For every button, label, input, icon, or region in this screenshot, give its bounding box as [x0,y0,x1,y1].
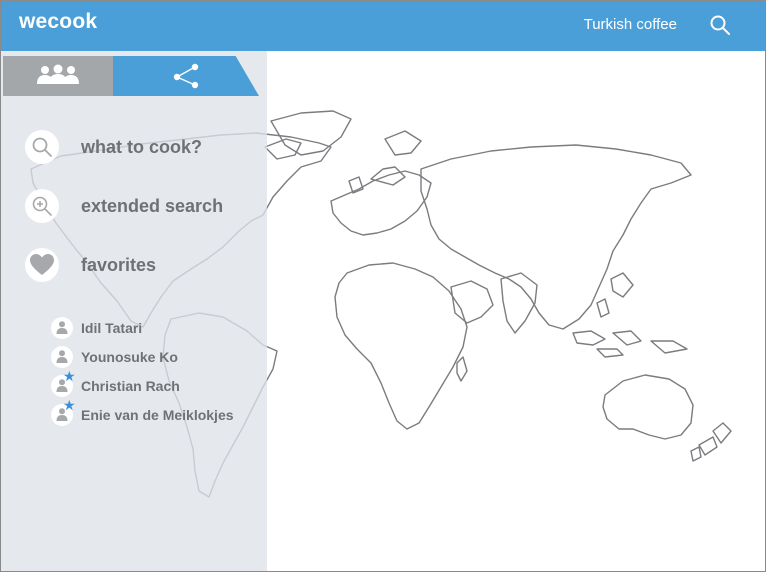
menu-item-favorites[interactable]: favorites [25,245,156,285]
menu-icon-circle [25,248,59,282]
menu-label: favorites [81,254,157,275]
zoom-in-icon [32,196,52,216]
heart-icon [30,254,54,275]
menu-label: what to cook? [81,136,202,157]
star-icon: ★ [63,367,76,384]
avatar [51,345,73,368]
people-icon [37,64,79,84]
app-header: wecook Turkish coffee [1,1,765,51]
sidebar: what to cook? extended search favorites [1,51,267,571]
app-window: wecook Turkish coffee what to cook? exte… [0,0,766,572]
tab-share[interactable] [113,56,259,96]
friend-item[interactable]: Younosuke Ko [51,342,267,371]
search-icon [710,15,730,35]
friend-item[interactable]: Idil Tatari [51,313,267,342]
avatar: ★ [51,398,76,426]
friend-name: Enie van de Meiklokjes [81,406,234,423]
friend-name: Younosuke Ko [81,348,178,365]
brand-logo[interactable]: wecook [19,10,97,34]
user-icon [56,321,68,334]
sidebar-tabs [1,56,267,100]
menu-icon-circle [25,189,59,223]
friend-name: Christian Rach [81,377,180,394]
menu-label: extended search [81,195,224,216]
avatar: ★ [51,369,76,397]
menu-item-extended-search[interactable]: extended search [25,186,223,226]
friend-item[interactable]: ★ Christian Rach [51,369,267,400]
star-icon: ★ [63,396,76,413]
user-icon [56,350,68,363]
friends-list: Idil Tatari Younosuke Ko ★ Christian Rac… [51,313,267,429]
menu-item-what-to-cook[interactable]: what to cook? [25,127,202,167]
friend-name: Idil Tatari [81,319,143,336]
tab-people[interactable] [3,56,113,96]
menu-icon-circle [25,130,59,164]
avatar [51,316,73,339]
header-search-button[interactable] [705,10,735,40]
friend-item[interactable]: ★ Enie van de Meiklokjes [51,398,267,429]
search-query[interactable]: Turkish coffee [584,16,677,33]
search-icon [32,137,52,157]
share-icon [173,63,199,89]
